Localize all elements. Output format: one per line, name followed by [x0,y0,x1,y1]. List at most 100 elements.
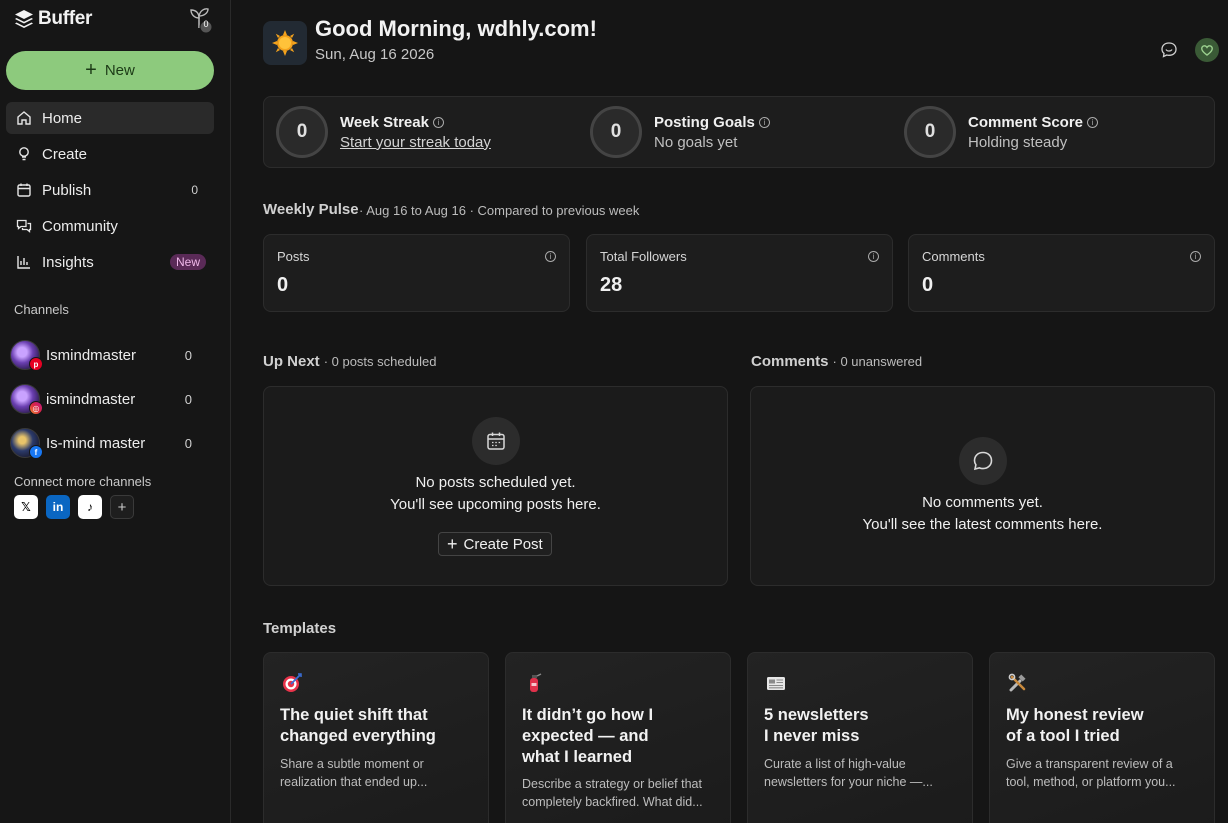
template-card[interactable]: My honest review of a tool I tried Give … [989,652,1215,823]
empty-state-line1: No posts scheduled yet. [415,474,576,491]
title-line: of a tool I tried [1006,727,1120,745]
desc-line: realization that ended up... [280,775,428,789]
new-button-label: New [104,62,135,79]
header-actions [1157,38,1219,62]
info-icon[interactable]: i [545,251,556,262]
template-card[interactable]: The quiet shift that changed everything … [263,652,489,823]
metric-label: Posts [277,249,310,264]
weekly-pulse-title: Weekly Pulse [263,201,359,218]
fire-extinguisher-icon [530,673,542,692]
up-next-panel: No posts scheduled yet. You'll see upcom… [263,386,728,586]
buffer-logo[interactable]: Buffer [14,8,92,30]
comments-heading: Comments · 0 unanswered [751,353,922,370]
info-icon[interactable]: i [1190,251,1201,262]
templates-title: Templates [263,620,337,637]
info-icon[interactable]: i [758,116,770,128]
channel-item[interactable]: p Ismindmaster 0 [10,333,210,377]
sprout-icon[interactable]: 0 [188,6,214,34]
title-line: The quiet shift that [280,706,428,724]
info-icon[interactable]: i [1087,116,1099,128]
desc-line: Share a subtle moment or [280,757,424,771]
title-line: My honest review [1006,706,1144,724]
title-line: It didn’t go how I [522,706,654,724]
info-icon[interactable]: i [868,251,879,262]
stat-ring: 0 [904,106,956,158]
comments-title: Comments [751,353,829,370]
template-title: It didn’t go how I expected — and what I… [522,705,718,768]
weather-sun-icon [263,21,307,65]
nav-item-create[interactable]: Create [6,138,214,170]
empty-state-line2: You'll see upcoming posts here. [390,496,601,513]
desc-line: Give a transparent review of a [1006,757,1173,771]
stat-subtitle: Holding steady [968,133,1068,151]
pinterest-icon: p [29,357,43,371]
calendar-icon [472,417,520,465]
channel-name: Is-mind master [46,434,146,452]
linkedin-icon[interactable]: in [46,495,70,519]
add-channel-button[interactable]: + [110,495,134,519]
metric-label: Total Followers [600,249,687,264]
create-post-button[interactable]: + Create Post [438,532,552,556]
nav-label: Insights [42,253,94,271]
connect-channels: 𝕏 in ♪ + [14,495,134,519]
tiktok-icon[interactable]: ♪ [78,495,102,519]
nav-item-home[interactable]: Home [6,102,214,134]
up-next-title: Up Next [263,353,320,370]
sidebar: Buffer 0 + New Home Create Publish 0 Com… [0,0,231,823]
metric-value: 0 [277,274,289,296]
start-streak-link[interactable]: Start your streak today [340,134,491,151]
plus-icon: + [85,58,97,81]
title-line: changed everything [280,727,436,745]
template-card[interactable]: 5 newsletters I never miss Curate a list… [747,652,973,823]
metric-value: 0 [922,274,934,296]
week-streak-stat: 0 Week Streak i Start your streak today [276,106,491,158]
template-title: 5 newsletters I never miss [764,705,960,747]
current-date: Sun, Aug 16 2026 [315,46,435,63]
calendar-icon [16,182,32,198]
channel-count: 0 [184,435,192,451]
plus-icon: + [447,534,458,554]
channel-item[interactable]: ◎ ismindmaster 0 [10,377,210,421]
info-icon[interactable]: i [432,116,444,128]
stat-title: Week Streak [340,113,429,131]
template-card[interactable]: It didn’t go how I expected — and what I… [505,652,731,823]
growth-heart-icon[interactable] [1195,38,1219,62]
connect-heading: Connect more channels [14,474,152,489]
metric-card-followers: Total Followers 28 i [586,234,893,312]
nav-label: Home [42,109,83,127]
home-icon [16,110,32,126]
empty-state-line1: No comments yet. [922,494,1043,511]
new-badge: New [169,254,206,270]
stat-title: Posting Goals [654,113,755,131]
template-title: My honest review of a tool I tried [1006,705,1202,747]
new-post-button[interactable]: + New [6,51,214,90]
title-line: I never miss [764,727,860,745]
instagram-icon: ◎ [29,401,43,415]
facebook-icon: f [29,445,43,459]
bar-chart-icon [16,254,32,270]
channel-item[interactable]: f Is-mind master 0 [10,421,210,465]
nav-item-insights[interactable]: Insights New [6,246,214,278]
desc-line: Describe a strategy or belief that [522,777,702,791]
nav-label: Create [42,145,88,163]
x-icon[interactable]: 𝕏 [14,495,38,519]
title-line: expected — and [522,727,649,745]
nav-item-community[interactable]: Community [6,210,214,242]
nav-label: Publish [42,181,92,199]
comment-score-stat: 0 Comment Score i Holding steady [904,106,1099,158]
stat-title: Comment Score [968,113,1084,131]
nav-label: Community [42,217,118,235]
engagement-stats: 0 Week Streak i Start your streak today 0… [263,96,1215,168]
publish-count: 0 [191,183,198,197]
newspaper-icon [767,677,785,690]
title-line: 5 newsletters [764,706,869,724]
channel-count: 0 [184,347,192,363]
template-description: Curate a list of high-value newsletters … [764,755,964,791]
channel-list: p Ismindmaster 0 ◎ ismindmaster 0 f Is-m… [10,333,210,465]
chat-support-icon[interactable] [1157,38,1181,62]
create-post-label: Create Post [463,535,543,553]
nav-item-publish[interactable]: Publish 0 [6,174,214,206]
main-nav: Home Create Publish 0 Community Insights… [6,102,214,282]
title-line: what I learned [522,748,633,766]
template-description: Share a subtle moment or realization tha… [280,755,480,791]
